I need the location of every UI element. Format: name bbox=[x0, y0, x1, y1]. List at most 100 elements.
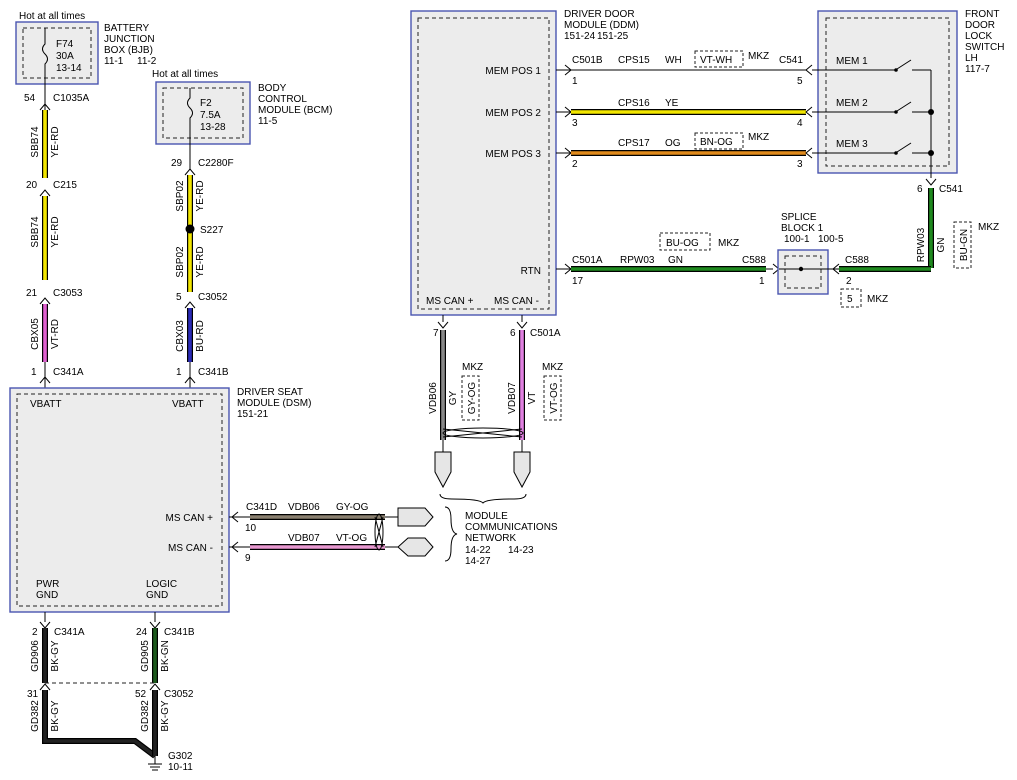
ddm-rtn: RTN bbox=[521, 266, 541, 277]
connector-arrow-icon bbox=[39, 683, 51, 691]
connector-c3053: C3053 bbox=[53, 288, 83, 299]
option-bu-og: BU-OG bbox=[666, 238, 699, 249]
pin-52: 52 bbox=[135, 689, 147, 700]
connector-c1035a: C1035A bbox=[53, 93, 89, 104]
connector-c588-b: C588 bbox=[845, 255, 869, 266]
color-bu-rd: BU-RD bbox=[195, 320, 206, 352]
color-gn-ddm: GN bbox=[668, 255, 683, 266]
option-vt-wh: VT-WH bbox=[700, 55, 732, 66]
pin-54: 54 bbox=[24, 93, 36, 104]
dsm-mscan-plus: MS CAN + bbox=[165, 513, 213, 524]
bcm-title-2: CONTROL bbox=[258, 94, 307, 105]
connector-c588-a: C588 bbox=[742, 255, 766, 266]
ddm-mscan-plus: MS CAN + bbox=[426, 296, 474, 307]
dsm-logic-2: GND bbox=[146, 590, 168, 601]
brace-icon bbox=[439, 493, 527, 504]
color-ye-rd-d: YE-RD bbox=[195, 246, 206, 277]
connector-c3052-top: C3052 bbox=[198, 292, 228, 303]
connector-arrow-icon bbox=[805, 106, 813, 118]
dsm-title-1: DRIVER SEAT bbox=[237, 387, 303, 398]
splice-s227: S227 bbox=[200, 225, 224, 236]
network-label-1: MODULE bbox=[465, 511, 508, 522]
connector-c501b: C501B bbox=[572, 55, 603, 66]
pin-31: 31 bbox=[27, 689, 39, 700]
brace-icon bbox=[444, 506, 458, 562]
connector-arrow-icon bbox=[925, 178, 937, 186]
mkz-label-vt: MKZ bbox=[542, 362, 563, 373]
circuit-sbp02-a: SBP02 bbox=[175, 180, 186, 212]
color-bk-gy-c: BK-GY bbox=[160, 700, 171, 731]
ddm-title-2: MODULE (DDM) bbox=[564, 20, 639, 31]
bjb-ref-b: 11-2 bbox=[137, 56, 157, 67]
ddm-ref-b: 151-25 bbox=[597, 31, 629, 42]
mkz-label-3: MKZ bbox=[748, 132, 769, 143]
circuit-sbp02-b: SBP02 bbox=[175, 246, 186, 278]
pin-ddm-7: 7 bbox=[433, 328, 439, 339]
pin-sw-5: 5 bbox=[797, 76, 803, 87]
bjb-title-3: BOX (BJB) bbox=[104, 45, 153, 56]
connector-arrow-icon bbox=[149, 621, 161, 629]
mkz-label-rtn: MKZ bbox=[718, 238, 739, 249]
switch-ref: 117-7 bbox=[965, 64, 990, 75]
connector-c541-top: C541 bbox=[779, 55, 803, 66]
connector-c501a-rtn: C501A bbox=[572, 255, 603, 266]
bjb-amps: 30A bbox=[56, 51, 74, 62]
connector-arrow-icon bbox=[516, 321, 528, 329]
connector-c501a-can: C501A bbox=[530, 328, 561, 339]
color-gy: GY bbox=[448, 390, 459, 405]
ddm-mem-pos-1: MEM POS 1 bbox=[485, 66, 541, 77]
pin-10: 10 bbox=[245, 523, 257, 534]
circuit-sbb74-a: SBB74 bbox=[30, 126, 41, 158]
mkz-label-gy: MKZ bbox=[462, 362, 483, 373]
connector-arrow-icon bbox=[805, 64, 813, 76]
option-bn-og: BN-OG bbox=[700, 137, 733, 148]
circuit-rpw03-switch: RPW03 bbox=[916, 227, 927, 262]
mkz-label-1: MKZ bbox=[748, 51, 769, 62]
ddm-title-1: DRIVER DOOR bbox=[564, 9, 635, 20]
bcm-ref: 11-5 bbox=[258, 116, 278, 127]
connector-c541-bottom: C541 bbox=[939, 184, 963, 195]
connector-arrow-icon bbox=[149, 683, 161, 691]
circuit-cps17: CPS17 bbox=[618, 138, 650, 149]
option-gy-og: GY-OG bbox=[467, 382, 478, 415]
pin-2: 2 bbox=[32, 627, 38, 638]
circuit-vdb06-dsm: VDB06 bbox=[288, 502, 320, 513]
network-label-3: NETWORK bbox=[465, 533, 516, 544]
connector-arrow-icon bbox=[39, 189, 51, 197]
pin-588-2: 2 bbox=[846, 276, 852, 287]
pin-9: 9 bbox=[245, 553, 251, 564]
ddm-ref-a: 151-24 bbox=[564, 31, 596, 42]
dsm-title-2: MODULE (DSM) bbox=[237, 398, 311, 409]
circuit-cbx05: CBX05 bbox=[30, 318, 41, 350]
pin-5: 5 bbox=[176, 292, 182, 303]
bcm-pins: 13-28 bbox=[200, 122, 226, 133]
circuit-gd906: GD906 bbox=[30, 640, 41, 672]
pin-ddm-6: 6 bbox=[510, 328, 516, 339]
pin-ddm-3: 3 bbox=[572, 118, 578, 129]
switch-title-5: LH bbox=[965, 53, 978, 64]
pin-24: 24 bbox=[136, 627, 148, 638]
splice-block-label-1: SPLICE bbox=[781, 212, 817, 223]
dsm-mscan-minus: MS CAN - bbox=[168, 543, 213, 554]
pin-1-mid: 1 bbox=[176, 367, 182, 378]
pin-switch-6: 6 bbox=[917, 184, 923, 195]
splice-block-label-2: BLOCK 1 bbox=[781, 223, 824, 234]
bjb-title-2: JUNCTION bbox=[104, 34, 155, 45]
color-wh: WH bbox=[665, 55, 682, 66]
color-gy-og: GY-OG bbox=[336, 502, 369, 513]
pin-588-1: 1 bbox=[759, 276, 765, 287]
connector-c2280f: C2280F bbox=[198, 158, 234, 169]
switch-title-1: FRONT bbox=[965, 9, 999, 20]
pin-1-left: 1 bbox=[31, 367, 37, 378]
bjb-hot-label: Hot at all times bbox=[19, 11, 85, 22]
ddm-mscan-minus: MS CAN - bbox=[494, 296, 539, 307]
connector-c341b-top: C341B bbox=[198, 367, 229, 378]
mkz-label-switch: MKZ bbox=[978, 222, 999, 233]
circuit-cps15: CPS15 bbox=[618, 55, 650, 66]
connector-c341b-bottom: C341B bbox=[164, 627, 195, 638]
pin-ddm-1: 1 bbox=[572, 76, 578, 87]
network-connector-icon bbox=[434, 451, 452, 489]
pin-21: 21 bbox=[26, 288, 38, 299]
switch-title-4: SWITCH bbox=[965, 42, 1004, 53]
connector-c341d: C341D bbox=[246, 502, 277, 513]
